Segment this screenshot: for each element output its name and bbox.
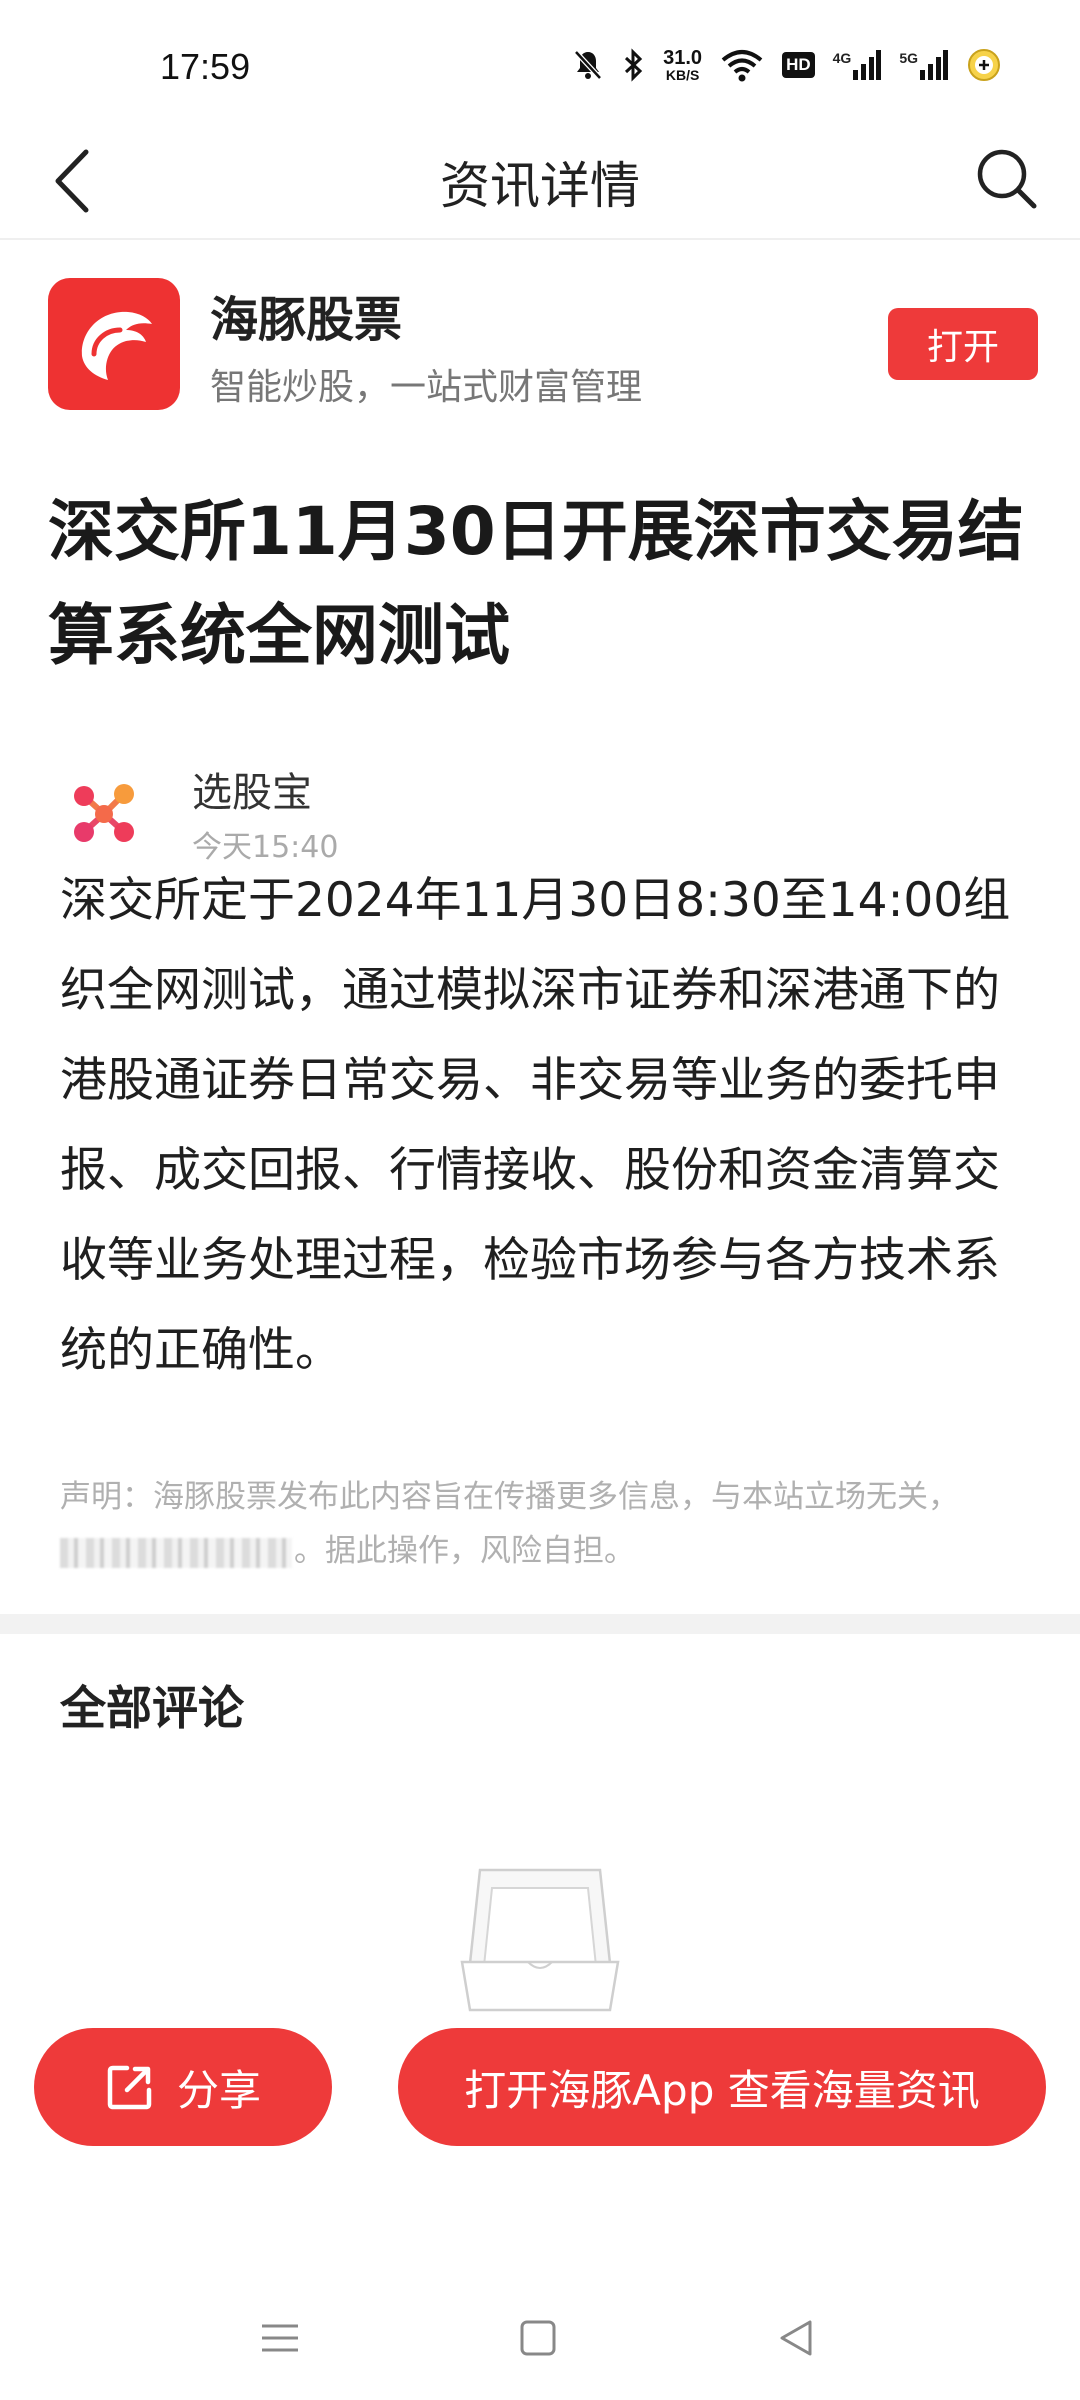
author-name[interactable]: 选股宝	[192, 760, 312, 818]
author-row: 选股宝 今天15:40	[60, 750, 1020, 865]
disclaimer-line-1: 声明：海豚股票发布此内容旨在传播更多信息，与本站立场无关，	[60, 1479, 959, 1515]
net-speed-value: 31.0	[663, 47, 703, 69]
disclaimer-line-2-wrap: 。据此操作，风险自担。	[60, 1524, 1020, 1578]
battery-saver-icon	[966, 47, 1002, 83]
signal-5g-icon: 5G	[899, 50, 948, 80]
author-avatar[interactable]	[60, 768, 150, 858]
wifi-icon	[720, 48, 764, 82]
share-label: 分享	[176, 2065, 261, 2115]
disclaimer: 声明：海豚股票发布此内容旨在传播更多信息，与本站立场无关， 。据此操作，风险自担…	[60, 1470, 1020, 1578]
signal-4g-label: 4G	[832, 50, 852, 66]
share-button[interactable]: 分享	[34, 2028, 332, 2146]
net-speed-unit: KB/S	[665, 67, 700, 83]
menu-nav-button[interactable]	[250, 2308, 310, 2368]
disclaimer-line-2: 。据此操作，风险自担。	[294, 1533, 635, 1569]
app-promo-banner: 海豚股票 智能炒股，一站式财富管理 打开	[0, 240, 1080, 440]
section-divider	[0, 1614, 1080, 1634]
blurred-text	[60, 1537, 292, 1568]
home-square-icon	[520, 2320, 556, 2356]
back-triangle-icon	[780, 2320, 812, 2356]
status-bar: 17:59 31.0 KB/S HD 4G 5G	[0, 0, 1080, 120]
top-app-bar: 资讯详情	[0, 120, 1080, 240]
page-title: 资讯详情	[440, 157, 640, 215]
empty-box-icon	[458, 1862, 622, 2014]
share-icon	[107, 2065, 152, 2110]
system-nav-bar	[0, 2286, 1080, 2386]
back-nav-button[interactable]	[766, 2308, 826, 2368]
status-time: 17:59	[160, 46, 251, 87]
app-slogan: 智能炒股，一站式财富管理	[210, 367, 643, 408]
app-name: 海豚股票	[210, 292, 403, 348]
signal-4g-icon: 4G	[833, 50, 882, 80]
article-title: 深交所11月30日开展深市交易结算系统全网测试	[48, 493, 1024, 674]
net-speed: 31.0 KB/S	[663, 48, 702, 82]
open-app-small-button[interactable]: 打开	[888, 308, 1038, 380]
open-app-button[interactable]: 打开海豚App 查看海量资讯	[398, 2028, 1046, 2146]
menu-icon	[262, 2324, 298, 2352]
mute-bell-icon	[571, 48, 605, 82]
dolphin-logo-icon	[48, 278, 180, 410]
search-button[interactable]	[972, 144, 1042, 214]
article-body: 深交所定于2024年11月30日8:30至14:00组织全网测试，通过模拟深市证…	[60, 873, 1011, 1378]
bluetooth-icon	[623, 48, 645, 82]
signal-5g-label: 5G	[899, 50, 918, 66]
hd-badge: HD	[782, 52, 815, 78]
search-icon	[977, 149, 1037, 209]
home-nav-button[interactable]	[508, 2308, 568, 2368]
comments-title: 全部评论	[60, 1681, 244, 1735]
status-icons: 31.0 KB/S HD 4G 5G	[571, 44, 1002, 86]
